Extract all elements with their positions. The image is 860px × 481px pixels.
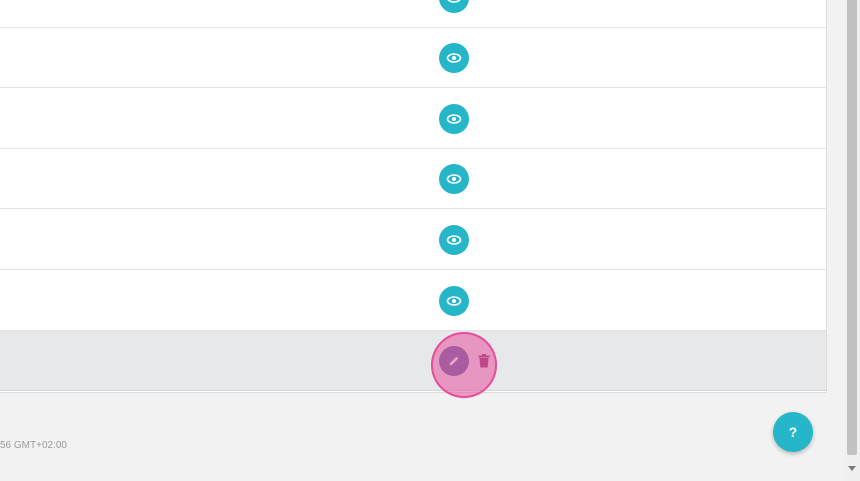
eye-icon: [446, 174, 462, 184]
edit-button[interactable]: [439, 346, 469, 376]
table-row: [0, 210, 826, 270]
pencil-icon: [449, 356, 459, 366]
trash-icon: [478, 354, 490, 368]
help-button[interactable]: ?: [773, 412, 813, 452]
table-row: [0, 149, 826, 209]
eye-icon: [446, 296, 462, 306]
view-button[interactable]: [439, 286, 469, 316]
footer-timestamp: 56 GMT+02:00: [0, 440, 67, 451]
view-button[interactable]: [439, 43, 469, 73]
table-row-selected: [0, 331, 826, 391]
table-row: [0, 28, 826, 88]
view-button[interactable]: [439, 104, 469, 134]
delete-button[interactable]: [476, 352, 492, 370]
eye-icon: [446, 114, 462, 124]
eye-icon: [446, 53, 462, 63]
view-button[interactable]: [439, 0, 469, 13]
data-table: [0, 0, 827, 393]
scrollbar-thumb[interactable]: [847, 0, 857, 455]
scrollbar[interactable]: [844, 0, 860, 481]
table-row: [0, 89, 826, 149]
view-button[interactable]: [439, 164, 469, 194]
table-row: [0, 271, 826, 331]
eye-icon: [447, 0, 461, 3]
table-row: [0, 0, 826, 28]
scroll-down-arrow-icon[interactable]: [848, 466, 856, 471]
eye-icon: [446, 235, 462, 245]
view-button[interactable]: [439, 225, 469, 255]
